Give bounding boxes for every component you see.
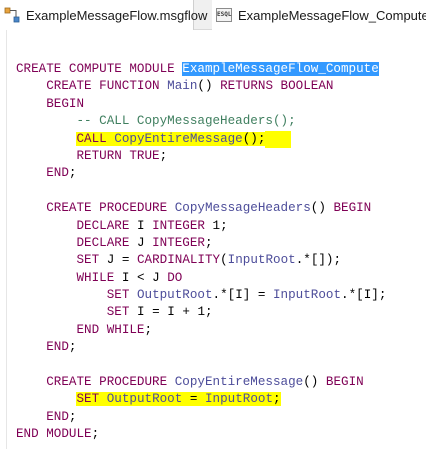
editor-gutter — [0, 30, 7, 449]
tab-esql-label: ExampleMessageFlow_Compute.esql — [238, 7, 426, 23]
esql-file-icon: ESQL — [216, 7, 232, 23]
tab-msgflow[interactable]: ExampleMessageFlow.msgflow — [0, 0, 207, 30]
code-line-20: SET OutputRoot = InputRoot; — [16, 391, 386, 408]
msgflow-icon — [4, 7, 20, 23]
tab-esql[interactable]: ESQL ExampleMessageFlow_Compute.esql — [212, 0, 426, 30]
code-line-19: CREATE PROCEDURE CopyEntireMessage() BEG… — [46, 375, 364, 390]
code-line-22: END MODULE; — [16, 427, 100, 442]
code-line-4: -- CALL CopyMessageHeaders(); — [16, 113, 386, 130]
code-line-14: SET OutputRoot.*[I] = InputRoot.*[I]; — [106, 288, 387, 303]
esql-file-icon-text: ESQL — [216, 8, 232, 22]
code-line-15: SET I = I + 1; — [106, 305, 213, 320]
code-line-21: END; — [46, 409, 77, 424]
code-line-7: END; — [46, 166, 77, 181]
code-line-17: END; — [46, 340, 77, 355]
code-line-11: DECLARE J INTEGER; — [76, 235, 213, 250]
editor-tab-bar: ExampleMessageFlow.msgflow ESQL ExampleM… — [0, 0, 426, 30]
tab-msgflow-label: ExampleMessageFlow.msgflow — [26, 7, 208, 23]
code-comment: -- CALL CopyMessageHeaders(); — [76, 114, 296, 129]
code-area[interactable]: CREATE COMPUTE MODULE ExampleMessageFlow… — [16, 61, 386, 444]
code-line-6: RETURN TRUE; — [76, 148, 168, 163]
code-line-13: WHILE I < J DO — [76, 270, 183, 285]
code-line-12: SET J = CARDINALITY(InputRoot.*[]); — [76, 253, 342, 268]
code-line-16: END WHILE; — [76, 322, 153, 337]
highlighted-set-statement: SET OutputRoot = InputRoot; — [76, 392, 281, 407]
code-line-5: CALL CopyEntireMessage(); — [16, 130, 386, 148]
code-line-9: CREATE PROCEDURE CopyMessageHeaders() BE… — [46, 201, 372, 216]
code-editor[interactable]: CREATE COMPUTE MODULE ExampleMessageFlow… — [0, 30, 426, 449]
code-line-2: CREATE FUNCTION Main() RETURNS BOOLEAN — [46, 79, 334, 94]
selected-module-name: ExampleMessageFlow_Compute — [182, 62, 379, 76]
code-line-3: BEGIN — [46, 96, 85, 111]
code-line-1: CREATE COMPUTE MODULE ExampleMessageFlow… — [16, 62, 379, 76]
code-line-10: DECLARE I INTEGER 1; — [76, 218, 228, 233]
highlighted-call-statement: CALL CopyEntireMessage(); — [76, 130, 292, 148]
